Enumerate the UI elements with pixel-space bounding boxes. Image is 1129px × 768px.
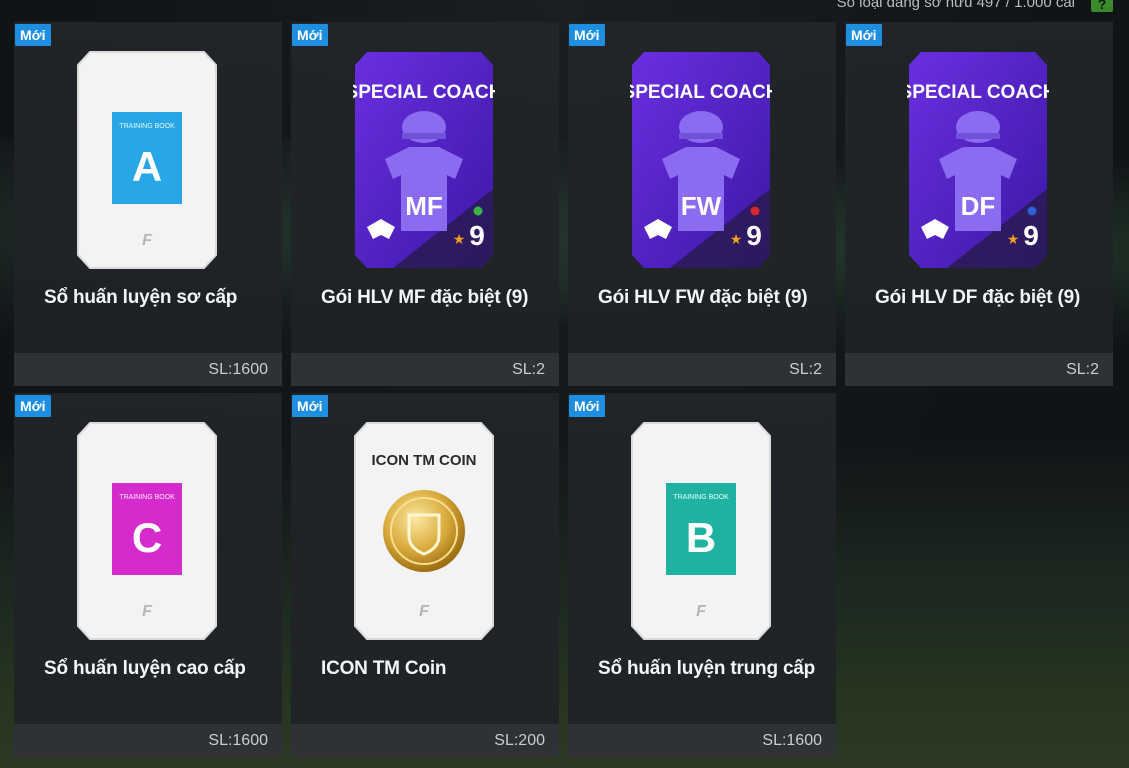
- item-quantity: SL:1600: [208, 361, 268, 378]
- new-badge: Mới: [569, 24, 605, 46]
- item-name: Gói HLV MF đặc biệt (9): [321, 287, 529, 308]
- item-name: Gói HLV FW đặc biệt (9): [598, 287, 808, 308]
- svg-text:DF: DF: [961, 191, 996, 221]
- position-dot: [1027, 206, 1037, 216]
- inventory-header: Số loại đang sở hữu 497 / 1.000 cái ?: [0, 0, 1129, 14]
- item-card-coach-df[interactable]: Mới SPECIAL COACH DF 9 ★ Gói HLV DF đặc …: [845, 22, 1113, 386]
- item-quantity: SL:1600: [762, 732, 822, 749]
- svg-text:F: F: [696, 603, 707, 620]
- svg-text:★: ★: [453, 232, 466, 248]
- position-dot: [473, 206, 483, 216]
- training-book-art: TRAINING BOOK C F: [76, 420, 218, 642]
- new-badge: Mới: [15, 395, 51, 417]
- special-coach-art: SPECIAL COACH FW 9 ★: [630, 49, 772, 271]
- new-badge: Mới: [15, 24, 51, 46]
- svg-text:9: 9: [746, 220, 762, 251]
- svg-text:F: F: [419, 603, 430, 620]
- svg-text:★: ★: [730, 232, 743, 248]
- svg-text:A: A: [132, 143, 162, 190]
- svg-text:SPECIAL COACH: SPECIAL COACH: [907, 82, 1049, 103]
- svg-text:MF: MF: [405, 191, 443, 221]
- item-card-icon-tm-coin[interactable]: Mới ICON TM COIN F ICON TM Coin SL:200: [291, 393, 559, 757]
- item-card-coach-mf[interactable]: Mới SPECIAL COACH MF 9 ★ Gói HLV MF đặc …: [291, 22, 559, 386]
- svg-text:★: ★: [1007, 232, 1020, 248]
- svg-text:SPECIAL COACH: SPECIAL COACH: [630, 82, 772, 103]
- svg-text:TRAINING BOOK: TRAINING BOOK: [119, 123, 175, 130]
- special-coach-art: SPECIAL COACH MF 9 ★: [353, 49, 495, 271]
- svg-text:9: 9: [469, 220, 485, 251]
- svg-text:TRAINING BOOK: TRAINING BOOK: [673, 494, 729, 501]
- coin-art: ICON TM COIN F: [353, 420, 495, 642]
- item-name: Sổ huấn luyện cao cấp: [44, 658, 246, 679]
- help-button[interactable]: ?: [1091, 0, 1113, 12]
- training-book-art: TRAINING BOOK A F: [76, 49, 218, 271]
- new-badge: Mới: [292, 395, 328, 417]
- item-card-coach-fw[interactable]: Mới SPECIAL COACH FW 9 ★ Gói HLV FW đặc …: [568, 22, 836, 386]
- svg-text:C: C: [132, 514, 162, 561]
- item-name: Gói HLV DF đặc biệt (9): [875, 287, 1081, 308]
- coin-icon: [383, 490, 465, 572]
- owned-count-text: Số loại đang sở hữu 497 / 1.000 cái: [836, 0, 1075, 11]
- item-name: ICON TM Coin: [321, 658, 447, 679]
- svg-text:FW: FW: [681, 191, 722, 221]
- item-quantity: SL:2: [512, 361, 545, 378]
- item-name: Sổ huấn luyện sơ cấp: [44, 287, 238, 308]
- special-coach-art: SPECIAL COACH DF 9 ★: [907, 49, 1049, 271]
- item-quantity: SL:200: [494, 732, 545, 749]
- item-quantity: SL:2: [1066, 361, 1099, 378]
- svg-text:9: 9: [1023, 220, 1039, 251]
- item-quantity: SL:2: [789, 361, 822, 378]
- item-quantity: SL:1600: [208, 732, 268, 749]
- svg-text:SPECIAL COACH: SPECIAL COACH: [353, 82, 495, 103]
- position-dot: [750, 206, 760, 216]
- svg-text:F: F: [142, 232, 153, 249]
- training-book-art: TRAINING BOOK B F: [630, 420, 772, 642]
- item-name: Sổ huấn luyện trung cấp: [598, 658, 816, 679]
- svg-text:ICON TM COIN: ICON TM COIN: [372, 452, 477, 469]
- svg-text:F: F: [142, 603, 153, 620]
- new-badge: Mới: [846, 24, 882, 46]
- item-card-advanced-training-book[interactable]: Mới TRAINING BOOK C F Sổ huấn luyện cao …: [14, 393, 282, 757]
- svg-text:TRAINING BOOK: TRAINING BOOK: [119, 494, 175, 501]
- svg-text:B: B: [686, 514, 716, 561]
- new-badge: Mới: [292, 24, 328, 46]
- new-badge: Mới: [569, 395, 605, 417]
- item-card-basic-training-book[interactable]: Mới TRAINING BOOK A F Sổ huấn luyện sơ c…: [14, 22, 282, 386]
- item-card-intermediate-training-book[interactable]: Mới TRAINING BOOK B F Sổ huấn luyện trun…: [568, 393, 836, 757]
